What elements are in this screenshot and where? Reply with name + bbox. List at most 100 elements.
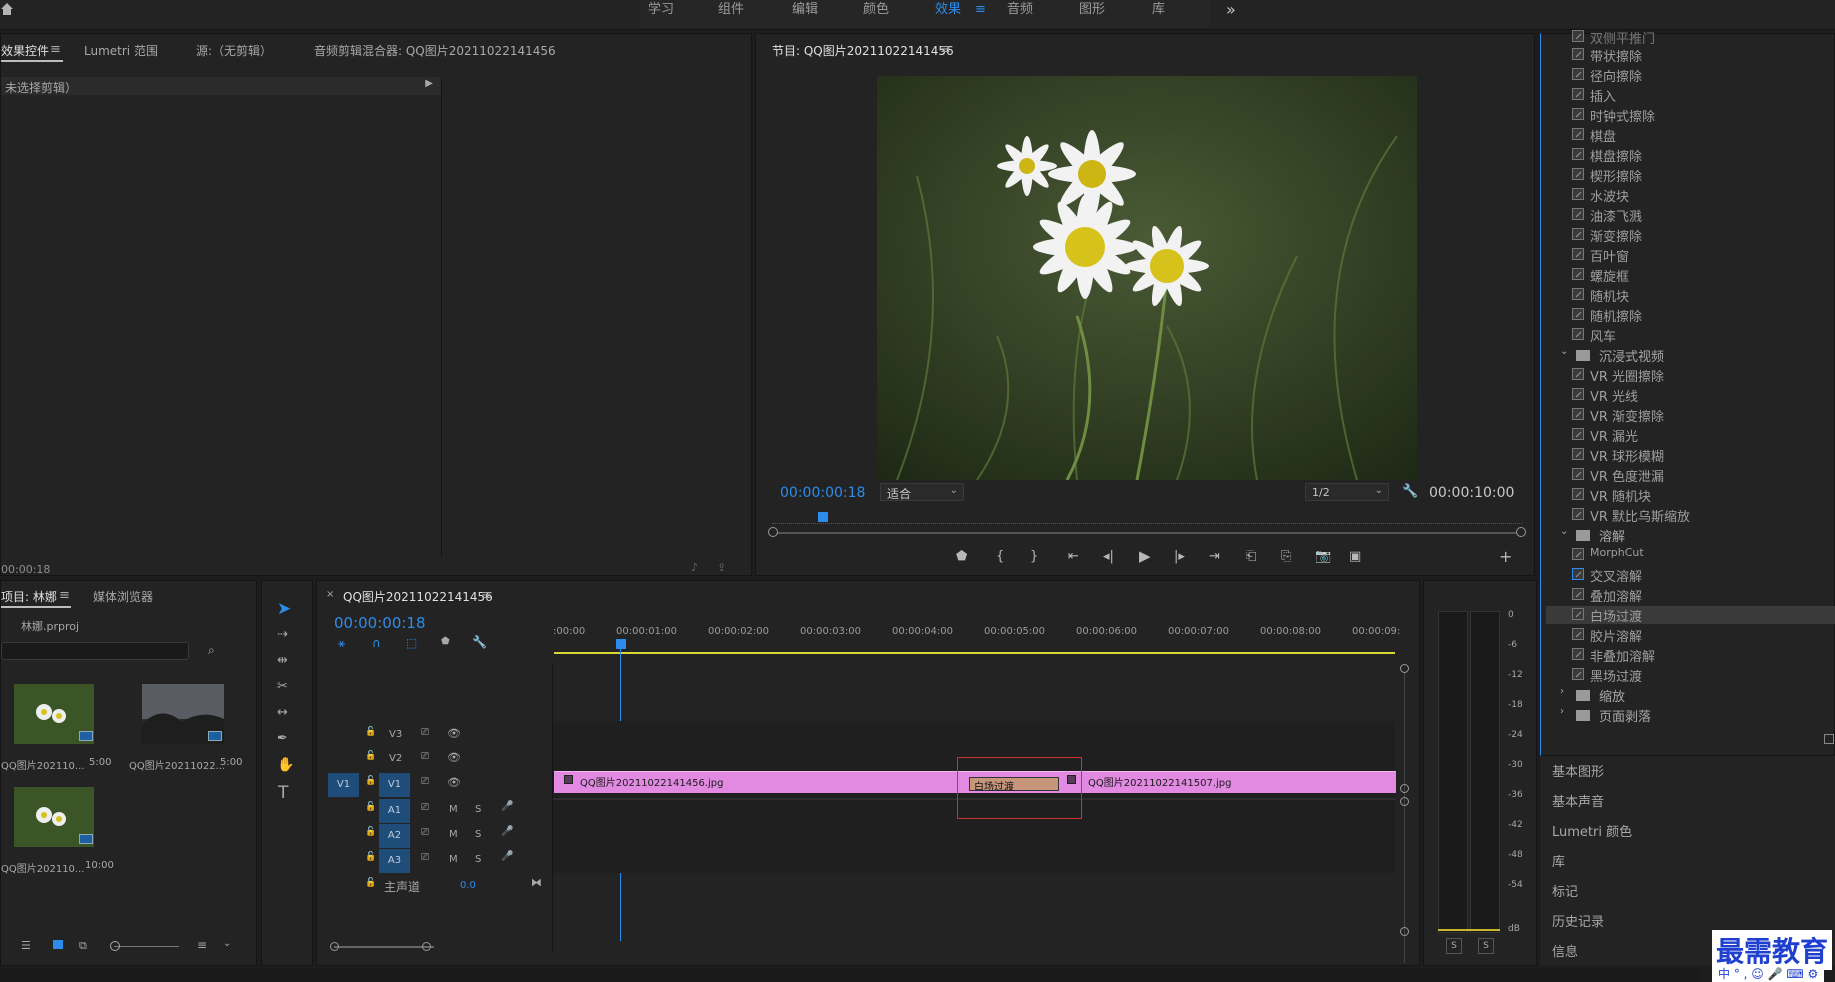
effect-item[interactable]: VR 默比乌斯缩放 (1572, 506, 1690, 525)
zoom-handle-top[interactable] (1400, 664, 1409, 673)
more-workspaces-icon[interactable]: » (1226, 0, 1236, 22)
close-sequence-icon[interactable]: × (326, 589, 334, 600)
sync-lock-icon[interactable]: ⎚ (421, 751, 429, 762)
step-forward-icon[interactable]: |▸ (1174, 549, 1185, 564)
snap-icon[interactable]: ∩ (372, 636, 381, 650)
icon-view-icon[interactable] (53, 940, 63, 949)
lift-icon[interactable]: ⎗ (1246, 549, 1256, 564)
tab-media-browser[interactable]: 媒体浏览器 (93, 588, 153, 605)
sync-lock-icon[interactable]: ⎚ (421, 727, 429, 738)
solo-left-button[interactable]: S (1446, 938, 1462, 954)
solo-button[interactable]: S (475, 829, 481, 840)
chevron-down-icon[interactable]: ⌄ (223, 938, 231, 949)
panel-essential-sound[interactable]: 基本声音 (1552, 791, 1604, 810)
hand-tool-icon[interactable]: ✋ (277, 757, 294, 773)
comparison-view-icon[interactable]: ▣ (1349, 549, 1361, 564)
tab-color[interactable]: 颜色 (863, 0, 889, 22)
effect-item[interactable]: MorphCut (1572, 546, 1644, 560)
sync-lock-icon[interactable]: ⎚ (421, 802, 429, 813)
tab-learn[interactable]: 学习 (648, 0, 674, 22)
play-audio-icon[interactable]: ♪ (691, 561, 698, 574)
lock-icon[interactable]: 🔓 (365, 727, 376, 737)
folder-immersive-video[interactable]: 沉浸式视频 (1599, 346, 1664, 365)
effect-item[interactable]: VR 光圈擦除 (1572, 366, 1664, 385)
effect-item[interactable]: 楔形擦除 (1572, 166, 1642, 185)
panel-lumetri-color[interactable]: Lumetri 颜色 (1552, 821, 1632, 840)
razor-tool-icon[interactable]: ✂ (277, 679, 288, 694)
sync-lock-icon[interactable]: ⎚ (421, 776, 429, 787)
type-tool-icon[interactable]: T (278, 783, 288, 803)
linked-selection-icon[interactable]: ⬚ (406, 636, 417, 650)
project-search-input[interactable] (1, 642, 189, 660)
eye-icon[interactable]: 👁 (447, 751, 461, 764)
horizontal-scroll-bar[interactable] (334, 946, 434, 948)
scroll-handle[interactable] (1400, 797, 1409, 806)
tab-graphics[interactable]: 图形 (1079, 0, 1105, 22)
tab-editing[interactable]: 编辑 (792, 0, 818, 22)
tab-lumetri-scopes[interactable]: Lumetri 范围 (84, 42, 158, 59)
pen-tool-icon[interactable]: ✒ (277, 731, 288, 746)
ripple-edit-tool-icon[interactable]: ⇹ (277, 653, 288, 668)
step-back-icon[interactable]: ◂| (1103, 549, 1114, 564)
folder-collapse-icon[interactable]: › (1560, 706, 1564, 717)
solo-right-button[interactable]: S (1478, 938, 1494, 954)
effect-item[interactable]: 非叠加溶解 (1572, 646, 1655, 665)
track-target-a1[interactable]: A1 (379, 799, 410, 823)
tab-source[interactable]: 源:（无剪辑） (196, 42, 272, 59)
folder-expand-icon[interactable]: ⌄ (1560, 346, 1568, 357)
program-menu-icon[interactable]: ≡ (940, 42, 951, 57)
master-end-icon[interactable]: ⧓ (531, 876, 542, 889)
playhead-marker[interactable] (818, 512, 828, 522)
mute-button[interactable]: M (449, 804, 458, 815)
add-button-icon[interactable]: + (1499, 547, 1512, 566)
scrub-bar[interactable] (772, 532, 1522, 534)
mute-button[interactable]: M (449, 854, 458, 865)
timeline-timecode[interactable]: 00:00:00:18 (334, 614, 426, 632)
effect-item[interactable]: 随机擦除 (1572, 306, 1642, 325)
export-frame-camera-icon[interactable]: 📷 (1315, 549, 1331, 564)
solo-button[interactable]: S (475, 804, 481, 815)
source-patch-v1[interactable]: V1 (328, 773, 359, 797)
effect-item[interactable]: 插入 (1572, 86, 1616, 105)
tab-libraries[interactable]: 库 (1152, 0, 1165, 22)
scroll-handle[interactable] (1400, 784, 1409, 793)
panel-history[interactable]: 历史记录 (1552, 911, 1604, 930)
folder-page-peel[interactable]: 页面剥落 (1599, 706, 1651, 725)
sequence-menu-icon[interactable]: ≡ (481, 588, 492, 603)
scroll-right-handle[interactable] (422, 942, 431, 951)
mic-icon[interactable]: 🎤 (501, 851, 513, 862)
fit-dropdown[interactable]: 适合 ⌄ (880, 483, 964, 501)
master-volume-value[interactable]: 0.0 (460, 880, 476, 891)
lock-icon[interactable]: 🔓 (365, 878, 376, 888)
track-target-a2[interactable]: A2 (379, 824, 410, 848)
effect-item[interactable]: VR 光线 (1572, 386, 1638, 405)
go-to-out-icon[interactable]: ⇥ (1209, 549, 1220, 564)
panel-menu-icon[interactable]: ≡ (50, 42, 61, 57)
eye-icon[interactable]: 👁 (447, 776, 461, 789)
tab-effects[interactable]: 效果 (935, 0, 961, 22)
playhead-marker[interactable] (616, 639, 626, 649)
mark-out-icon[interactable]: } (1030, 549, 1038, 564)
effect-item[interactable]: 水波块 (1572, 186, 1629, 205)
effect-item[interactable]: 带状擦除 (1572, 46, 1642, 65)
effect-item[interactable]: 螺旋框 (1572, 266, 1629, 285)
effect-item[interactable]: 叠加溶解 (1572, 586, 1642, 605)
work-area-bar[interactable] (554, 652, 1395, 654)
tab-effect-controls[interactable]: 效果控件 (1, 42, 49, 59)
panel-libraries[interactable]: 库 (1552, 851, 1565, 870)
program-ruler[interactable] (772, 512, 1522, 524)
panel-essential-graphics[interactable]: 基本图形 (1552, 761, 1604, 780)
track-select-tool-icon[interactable]: ⇢ (277, 627, 288, 642)
extract-icon[interactable]: ⎘ (1281, 549, 1291, 564)
effect-item[interactable]: 双侧平推门 (1572, 28, 1655, 47)
mark-in-icon[interactable]: { (996, 549, 1004, 564)
panel-info[interactable]: 信息 (1552, 941, 1578, 960)
lock-icon[interactable]: 🔓 (365, 776, 376, 786)
effect-item[interactable]: VR 色度泄漏 (1572, 466, 1664, 485)
scrub-end-handle[interactable] (1516, 527, 1526, 537)
lock-icon[interactable]: 🔓 (365, 802, 376, 812)
resolution-dropdown[interactable]: 1/2 ⌄ (1305, 483, 1389, 501)
project-menu-icon[interactable]: ≡ (59, 588, 70, 603)
tab-assembly[interactable]: 组件 (718, 0, 744, 22)
nest-toggle-icon[interactable]: ⚹ (338, 636, 345, 651)
